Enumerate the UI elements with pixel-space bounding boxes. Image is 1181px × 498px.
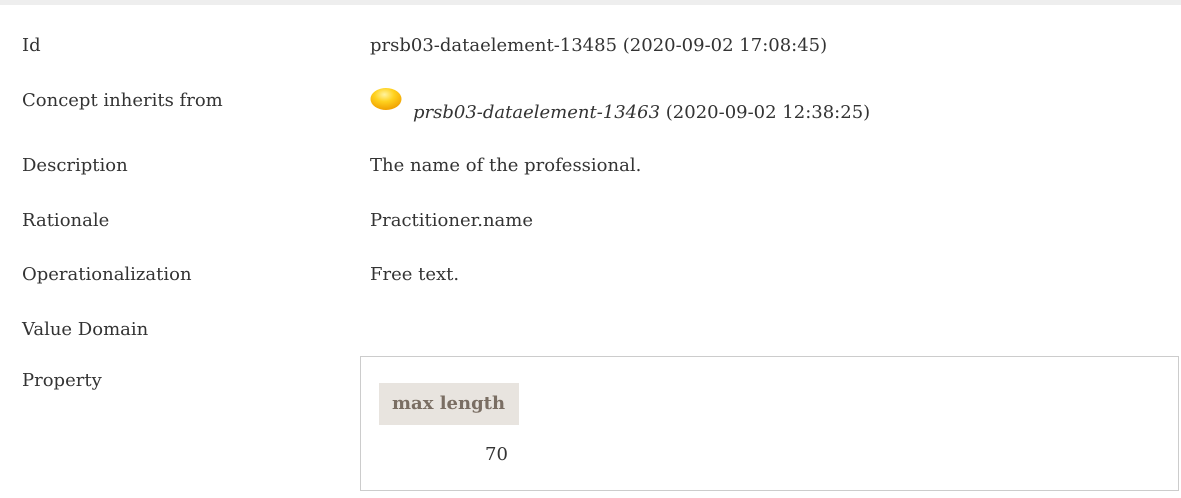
top-bar [0,0,1181,5]
property-table: max length 70 [360,356,1179,491]
inherits-label: Concept inherits from [22,90,223,111]
inherits-ref-date: (2020-09-02 12:38:25) [665,102,871,123]
description-label: Description [22,155,128,176]
id-label: Id [22,35,41,56]
value-domain-label: Value Domain [22,319,149,340]
operationalization-value: Free text. [370,264,460,285]
inherits-value: prsb03-dataelement-13463 (2020-09-02 12:… [413,101,870,125]
property-label: Property [22,370,102,391]
property-header-max-length: max length [379,383,520,425]
rationale-value: Practitioner.name [370,210,533,231]
status-dot-icon [370,88,402,110]
inherits-ref-id[interactable]: prsb03-dataelement-13463 [413,102,660,123]
rationale-label: Rationale [22,210,110,231]
id-value: prsb03-dataelement-13485 (2020-09-02 17:… [370,35,828,56]
operationalization-label: Operationalization [22,264,192,285]
property-value-max-length: 70 [485,444,508,465]
description-value: The name of the professional. [370,155,642,176]
